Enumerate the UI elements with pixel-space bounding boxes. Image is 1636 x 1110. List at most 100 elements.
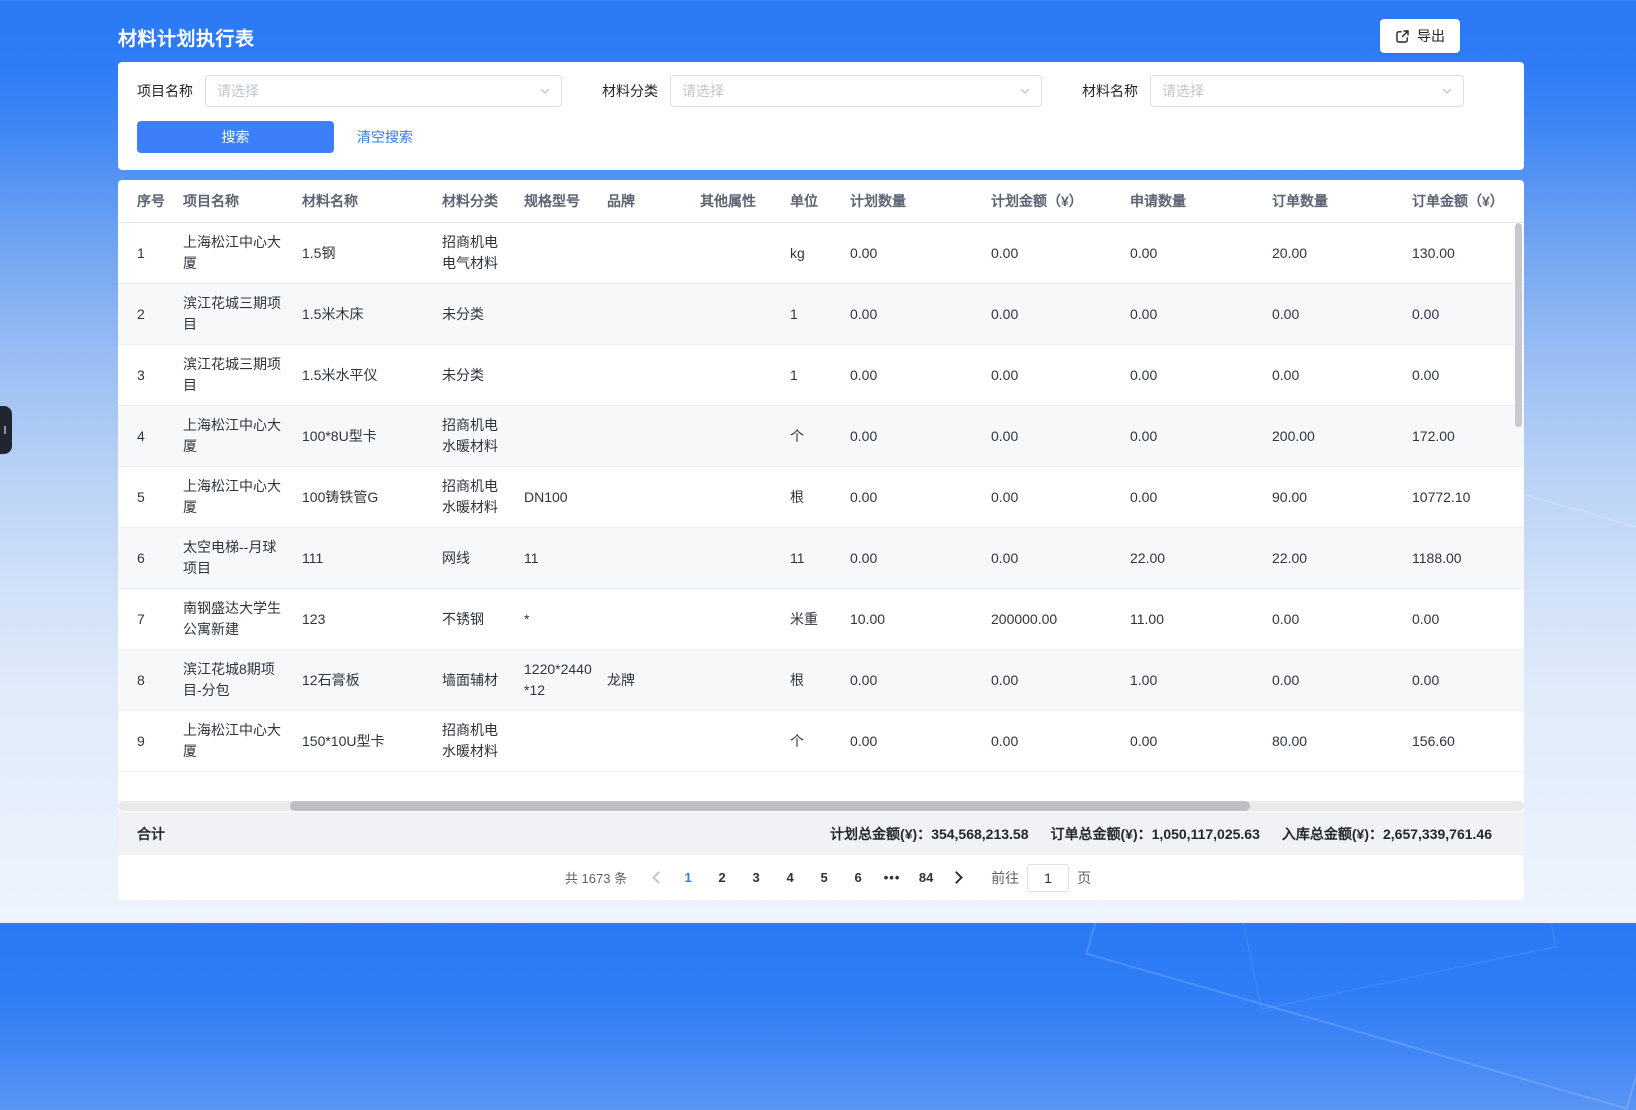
drawer-handle-icon [4, 426, 9, 434]
table-cell: 0.00 [991, 345, 1130, 406]
table-cell: 太空电梯--月球项目 [183, 528, 302, 589]
table-cell: 0.00 [1272, 345, 1412, 406]
page-button[interactable]: 4 [776, 864, 804, 892]
table-cell: 9 [118, 711, 183, 772]
summary-total-label: 合计 [137, 824, 165, 844]
table-cell: 130.00 [1412, 223, 1524, 284]
goto-page-input[interactable] [1027, 864, 1069, 892]
column-header: 序号 [118, 180, 183, 223]
more-pages-button[interactable]: ••• [878, 864, 906, 892]
table-cell: 不锈钢 [442, 589, 524, 650]
table-cell: 0.00 [1130, 345, 1272, 406]
export-button[interactable]: 导出 [1380, 19, 1460, 53]
table-cell: 0.00 [991, 223, 1130, 284]
summary-item: 订单总金额(¥)：1,050,117,025.63 [1051, 824, 1260, 844]
filter-panel: 项目名称 请选择 材料分类 请选择 材料名称 请选择 搜索 清空搜索 [118, 62, 1524, 170]
summary-item: 计划总金额(¥)：354,568,213.58 [830, 824, 1028, 844]
table-cell: 1.5米木床 [302, 284, 442, 345]
column-header: 材料名称 [302, 180, 442, 223]
table-cell: 0.00 [1130, 223, 1272, 284]
page-title: 材料计划执行表 [118, 24, 255, 51]
material-category-placeholder: 请选择 [682, 81, 1019, 101]
data-table-card: 序号项目名称材料名称材料分类规格型号品牌其他属性单位计划数量计划金额（¥）申请数… [118, 180, 1524, 900]
table-cell: 100铸铁管G [302, 467, 442, 528]
summary-row: 合计 计划总金额(¥)：354,568,213.58 订单总金额(¥)：1,050… [118, 812, 1524, 855]
table-cell: 上海松江中心大厦 [183, 406, 302, 467]
table-cell: 1.5钢 [302, 223, 442, 284]
table-cell: 0.00 [1130, 406, 1272, 467]
side-drawer-handle[interactable] [0, 406, 12, 454]
table-cell: 根 [790, 467, 850, 528]
table-cell: 个 [790, 711, 850, 772]
table-cell: 滨江花城三期项目 [183, 284, 302, 345]
chevron-right-icon [950, 871, 963, 884]
prev-page-button[interactable] [645, 864, 671, 892]
summary-totals: 计划总金额(¥)：354,568,213.58 订单总金额(¥)：1,050,11… [830, 824, 1492, 844]
goto-suffix: 页 [1077, 868, 1091, 888]
table-cell [700, 589, 790, 650]
table-cell: 0.00 [850, 284, 991, 345]
table-cell [700, 223, 790, 284]
table-cell: 上海松江中心大厦 [183, 467, 302, 528]
material-name-placeholder: 请选择 [1162, 81, 1441, 101]
project-name-select[interactable]: 请选择 [205, 75, 562, 107]
table-body: 1上海松江中心大厦1.5钢招商机电电气材料kg0.000.000.0020.00… [118, 223, 1524, 772]
table-cell: 1.00 [1130, 650, 1272, 711]
material-name-select[interactable]: 请选择 [1150, 75, 1464, 107]
vertical-scrollbar-thumb[interactable] [1515, 223, 1522, 427]
table-cell: 0.00 [1412, 345, 1524, 406]
table-cell [607, 589, 700, 650]
column-header: 订单金额（¥） [1412, 180, 1524, 223]
table-cell: 12石膏板 [302, 650, 442, 711]
page-button[interactable]: 5 [810, 864, 838, 892]
table-cell: 90.00 [1272, 467, 1412, 528]
table-cell: 10772.10 [1412, 467, 1524, 528]
table-row: 8滨江花城8期项目-分包12石膏板墙面辅材1220*2440*12龙牌根0.00… [118, 650, 1524, 711]
table-cell: 10.00 [850, 589, 991, 650]
table-cell: 1220*2440*12 [524, 650, 607, 711]
project-name-placeholder: 请选择 [217, 81, 539, 101]
table-cell [700, 650, 790, 711]
table-cell [700, 711, 790, 772]
search-button[interactable]: 搜索 [137, 121, 334, 153]
table-cell: 22.00 [1272, 528, 1412, 589]
table-cell [524, 406, 607, 467]
table-cell: 0.00 [991, 406, 1130, 467]
table-cell: 0.00 [1272, 284, 1412, 345]
table-cell: 80.00 [1272, 711, 1412, 772]
column-header: 计划金额（¥） [991, 180, 1130, 223]
table-cell: 0.00 [991, 284, 1130, 345]
next-page-button[interactable] [943, 864, 969, 892]
page-button[interactable]: 84 [912, 864, 940, 892]
table-cell: 招商机电水暖材料 [442, 467, 524, 528]
table-cell: 滨江花城三期项目 [183, 345, 302, 406]
table-cell: 0.00 [850, 345, 991, 406]
table-cell: 123 [302, 589, 442, 650]
column-header: 计划数量 [850, 180, 991, 223]
page-button[interactable]: 1 [674, 864, 702, 892]
table-cell: 未分类 [442, 284, 524, 345]
table-cell: 0.00 [1130, 711, 1272, 772]
page-button[interactable]: 2 [708, 864, 736, 892]
material-category-select[interactable]: 请选择 [670, 75, 1042, 107]
export-button-label: 导出 [1417, 26, 1445, 46]
table-cell: 0.00 [1130, 467, 1272, 528]
table-cell: 0.00 [850, 406, 991, 467]
column-header: 其他属性 [700, 180, 790, 223]
column-header: 规格型号 [524, 180, 607, 223]
table-cell: 6 [118, 528, 183, 589]
table-cell: kg [790, 223, 850, 284]
horizontal-scrollbar-thumb[interactable] [290, 801, 1250, 811]
table-row: 6太空电梯--月球项目111网线11110.000.0022.0022.0011… [118, 528, 1524, 589]
project-name-label: 项目名称 [137, 81, 193, 101]
page-button[interactable]: 3 [742, 864, 770, 892]
table-cell: 1 [118, 223, 183, 284]
page-button[interactable]: 6 [844, 864, 872, 892]
table-cell: 招商机电水暖材料 [442, 406, 524, 467]
clear-search-link[interactable]: 清空搜索 [357, 127, 413, 147]
chevron-down-icon [1441, 85, 1453, 97]
table-cell: 11.00 [1130, 589, 1272, 650]
table-cell: 0.00 [1272, 650, 1412, 711]
table-cell: 0.00 [850, 223, 991, 284]
table-cell: 0.00 [1412, 589, 1524, 650]
